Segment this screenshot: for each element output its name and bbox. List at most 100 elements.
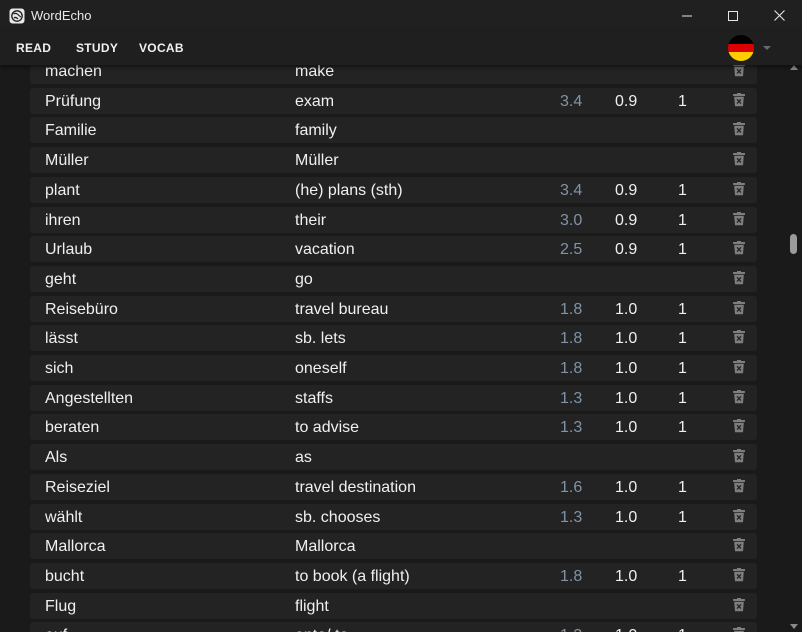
close-button[interactable] bbox=[756, 0, 802, 31]
delete-icon[interactable] bbox=[732, 449, 746, 463]
title-bar: WordEcho bbox=[0, 0, 802, 31]
word-cell: sich bbox=[45, 360, 74, 377]
table-row[interactable]: geht go bbox=[30, 265, 757, 292]
translation-cell: onto/ to bbox=[295, 627, 348, 632]
table-row[interactable]: Mallorca Mallorca bbox=[30, 533, 757, 560]
translation-cell: make bbox=[295, 65, 335, 80]
translation-cell: Mallorca bbox=[295, 538, 356, 556]
score-cell: 1.8 bbox=[560, 300, 583, 318]
table-row[interactable]: Müller Müller bbox=[30, 147, 757, 174]
maximize-button[interactable] bbox=[710, 0, 756, 31]
score-cell: 1.8 bbox=[560, 360, 583, 377]
nav-vocab[interactable]: VOCAB bbox=[139, 41, 184, 55]
delete-icon[interactable] bbox=[732, 211, 746, 226]
delete-icon[interactable] bbox=[732, 627, 746, 632]
score-cell: 1.6 bbox=[560, 478, 583, 496]
delete-icon[interactable] bbox=[732, 270, 746, 285]
word-cell: Reisebüro bbox=[45, 300, 118, 318]
word-cell: Als bbox=[45, 449, 68, 467]
nav-read[interactable]: READ bbox=[16, 41, 51, 55]
scrollbar[interactable] bbox=[786, 65, 802, 632]
word-cell: Mallorca bbox=[45, 538, 106, 556]
translation-cell: (he) plans (sth) bbox=[295, 181, 403, 199]
ease-cell: 0.9 bbox=[615, 92, 638, 110]
delete-icon[interactable] bbox=[732, 92, 746, 107]
delete-icon[interactable] bbox=[732, 330, 746, 344]
count-cell: 1 bbox=[678, 567, 687, 585]
delete-icon[interactable] bbox=[732, 65, 746, 77]
delete-icon[interactable] bbox=[732, 122, 746, 136]
table-row[interactable]: Prüfung exam 3.4 0.9 1 bbox=[30, 87, 757, 114]
word-cell: Reiseziel bbox=[45, 478, 110, 496]
word-cell: geht bbox=[45, 270, 77, 288]
word-cell: ihren bbox=[45, 211, 81, 229]
count-cell: 1 bbox=[678, 181, 687, 199]
count-cell: 1 bbox=[678, 300, 687, 318]
table-row[interactable]: Reisebüro travel bureau 1.8 1.0 1 bbox=[30, 295, 757, 322]
table-row[interactable]: ihren their 3.0 0.9 1 bbox=[30, 206, 757, 233]
delete-icon[interactable] bbox=[732, 538, 746, 552]
ease-cell: 0.9 bbox=[615, 241, 638, 259]
table-row[interactable]: lässt sb. lets 1.8 1.0 1 bbox=[30, 325, 757, 352]
table-row[interactable]: Urlaub vacation 2.5 0.9 1 bbox=[30, 236, 757, 263]
scrollbar-thumb[interactable] bbox=[790, 234, 797, 254]
delete-icon[interactable] bbox=[732, 300, 746, 315]
score-cell: 1.3 bbox=[560, 389, 583, 407]
delete-icon[interactable] bbox=[732, 597, 746, 612]
count-cell: 1 bbox=[678, 211, 687, 229]
delete-icon[interactable] bbox=[732, 360, 746, 374]
word-cell: bucht bbox=[45, 567, 85, 585]
table-row[interactable]: plant (he) plans (sth) 3.4 0.9 1 bbox=[30, 176, 757, 203]
table-row[interactable]: wählt sb. chooses 1.3 1.0 1 bbox=[30, 503, 757, 530]
count-cell: 1 bbox=[678, 360, 687, 377]
vocab-list[interactable]: machen make Prüfung exam 3.4 0.9 1 Familie famil… bbox=[0, 65, 786, 632]
minimize-button[interactable] bbox=[664, 0, 710, 31]
score-cell: 3.0 bbox=[560, 211, 583, 229]
word-cell: wählt bbox=[45, 508, 83, 526]
ease-cell: 1.0 bbox=[615, 478, 638, 496]
translation-cell: to book (a flight) bbox=[295, 567, 410, 585]
score-cell: 1.3 bbox=[560, 627, 582, 632]
german-flag-icon[interactable] bbox=[728, 35, 754, 61]
translation-cell: travel bureau bbox=[295, 300, 389, 318]
table-row[interactable]: Flug flight bbox=[30, 592, 757, 619]
count-cell: 1 bbox=[678, 389, 687, 407]
delete-icon[interactable] bbox=[732, 419, 746, 433]
score-cell: 2.5 bbox=[560, 241, 583, 259]
table-row[interactable]: Als as bbox=[30, 444, 757, 471]
word-cell: plant bbox=[45, 181, 80, 199]
chevron-down-icon[interactable] bbox=[763, 46, 771, 50]
word-cell: Angestellten bbox=[45, 389, 134, 407]
translation-cell: their bbox=[295, 211, 327, 229]
delete-icon[interactable] bbox=[732, 567, 746, 582]
delete-icon[interactable] bbox=[732, 508, 746, 523]
translation-cell: Müller bbox=[295, 152, 339, 170]
count-cell: 1 bbox=[678, 92, 687, 110]
table-row[interactable]: Familie family bbox=[30, 117, 757, 144]
table-row[interactable]: bucht to book (a flight) 1.8 1.0 1 bbox=[30, 562, 757, 589]
translation-cell: exam bbox=[295, 92, 335, 110]
delete-icon[interactable] bbox=[732, 389, 746, 404]
nav-study[interactable]: STUDY bbox=[76, 41, 118, 55]
table-row[interactable]: Angestellten staffs 1.3 1.0 1 bbox=[30, 384, 757, 411]
delete-icon[interactable] bbox=[732, 181, 746, 196]
ease-cell: 1.0 bbox=[615, 567, 638, 585]
scroll-up-icon[interactable] bbox=[790, 65, 798, 70]
table-row[interactable]: auf onto/ to 1.3 1.0 1 bbox=[30, 622, 757, 632]
delete-icon[interactable] bbox=[732, 478, 746, 493]
maximize-icon bbox=[728, 10, 738, 21]
ease-cell: 0.9 bbox=[615, 211, 638, 229]
table-row[interactable]: sich oneself 1.8 1.0 1 bbox=[30, 355, 757, 381]
table-row[interactable]: beraten to advise 1.3 1.0 1 bbox=[30, 414, 757, 441]
table-row[interactable]: machen make bbox=[30, 65, 757, 84]
scroll-down-icon[interactable] bbox=[790, 624, 798, 629]
delete-icon[interactable] bbox=[732, 152, 746, 166]
delete-icon[interactable] bbox=[732, 241, 746, 255]
word-cell: Müller bbox=[45, 152, 89, 170]
globe-icon bbox=[9, 8, 25, 24]
ease-cell: 1.0 bbox=[615, 419, 638, 437]
close-icon bbox=[773, 10, 785, 21]
translation-cell: as bbox=[295, 449, 312, 467]
table-row[interactable]: Reiseziel travel destination 1.6 1.0 1 bbox=[30, 473, 757, 500]
count-cell: 1 bbox=[678, 508, 687, 526]
